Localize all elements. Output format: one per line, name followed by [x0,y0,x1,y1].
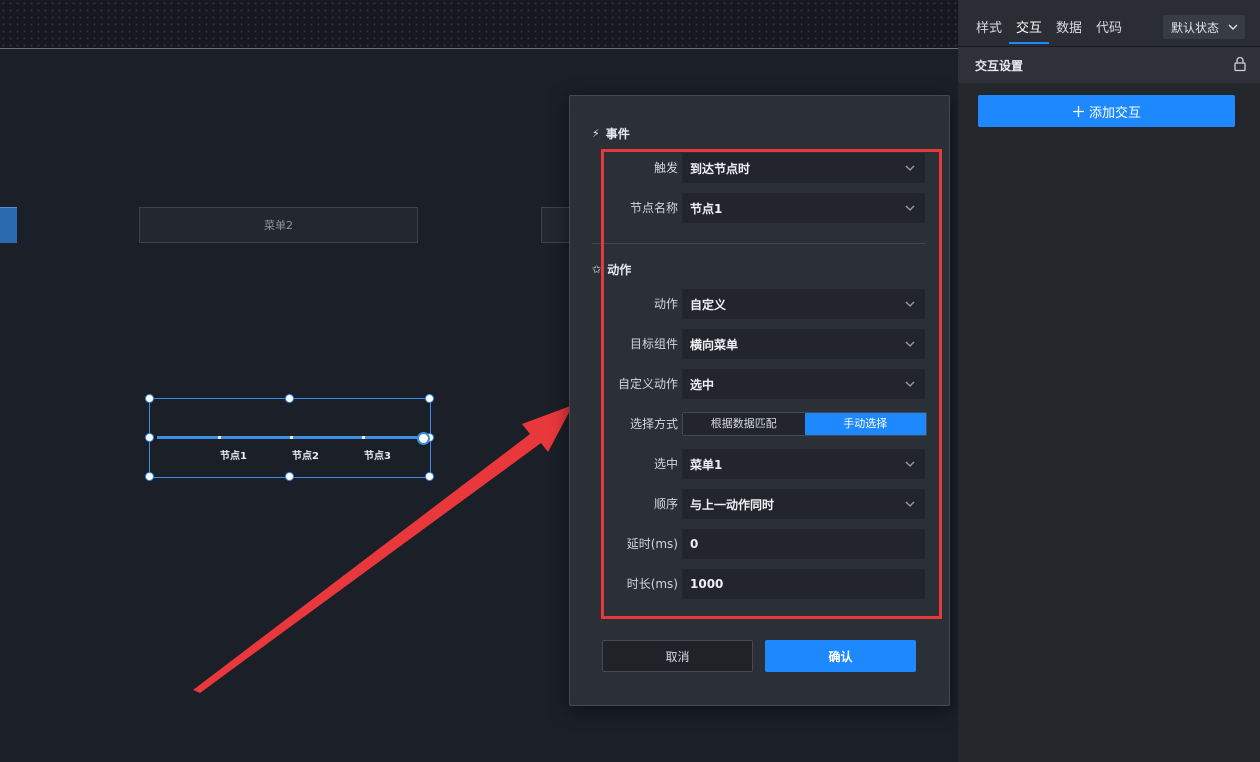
chevron-down-icon [905,381,915,387]
custom-action-select[interactable]: 选中 [682,369,925,399]
node-name-row: 节点名称 节点1 [590,193,926,223]
event-section-title: ⚡ 事件 [592,127,630,141]
plus-icon [1072,105,1084,117]
lightning-icon: ⚡ [592,127,600,140]
state-dropdown[interactable]: 默认状态 [1163,15,1245,39]
action-label: 动作 [653,297,678,311]
chevron-down-icon [905,501,915,507]
property-panel: 样式 交互 数据 代码 默认状态 交互设置 添加交互 [958,0,1260,762]
order-row: 顺序 与上一动作同时 [590,489,926,519]
tab-data[interactable]: 数据 [1056,17,1082,36]
interaction-settings-header: 交互设置 [958,46,1260,83]
select-mode-by-data[interactable]: 根据数据匹配 [683,413,805,435]
interaction-dialog: ⚡ 事件 触发 到达节点时 节点名称 节点1 ✩ 动作 动作 自定义 目标组件 … [569,95,950,706]
star-icon: ✩ [592,263,602,276]
custom-action-label: 自定义动作 [617,377,678,391]
order-select[interactable]: 与上一动作同时 [682,489,925,519]
delay-row: 延时(ms) 0 [590,529,926,559]
chevron-down-icon [905,341,915,347]
trigger-label: 触发 [653,161,678,175]
selected-label: 选中 [653,457,678,471]
target-select[interactable]: 横向菜单 [682,329,925,359]
node-name-label: 节点名称 [629,201,678,215]
action-select[interactable]: 自定义 [682,289,925,319]
trigger-row: 触发 到达节点时 [590,153,926,183]
duration-row: 时长(ms) 1000 [590,569,926,599]
chevron-down-icon [1228,24,1238,30]
active-tab-indicator [1009,42,1049,44]
node-name-select[interactable]: 节点1 [682,193,925,223]
select-mode-row: 选择方式 根据数据匹配 手动选择 [590,409,927,439]
tab-code[interactable]: 代码 [1096,17,1122,36]
target-row: 目标组件 横向菜单 [590,329,926,359]
duration-label: 时长(ms) [626,577,678,591]
action-row: 动作 自定义 [590,289,926,319]
cancel-button[interactable]: 取消 [602,640,753,672]
select-mode-label: 选择方式 [629,417,678,431]
annotation-arrow [193,405,573,693]
order-label: 顺序 [653,497,678,511]
chevron-down-icon [905,301,915,307]
delay-label: 延时(ms) [626,537,678,551]
chevron-down-icon [905,461,915,467]
trigger-select[interactable]: 到达节点时 [682,153,925,183]
panel-tabs: 样式 交互 数据 代码 默认状态 [958,0,1260,46]
add-interaction-button[interactable]: 添加交互 [978,95,1235,127]
lock-icon[interactable] [1233,56,1247,72]
section-title: 交互设置 [975,59,1024,73]
selected-select[interactable]: 菜单1 [682,449,925,479]
delay-input[interactable]: 0 [682,529,925,559]
custom-action-row: 自定义动作 选中 [590,369,926,399]
select-mode-manual[interactable]: 手动选择 [804,413,926,435]
duration-input[interactable]: 1000 [682,569,925,599]
chevron-down-icon [905,165,915,171]
section-divider [592,243,926,244]
confirm-button[interactable]: 确认 [765,640,916,672]
tab-style[interactable]: 样式 [976,17,1002,36]
select-mode-toggle: 根据数据匹配 手动选择 [682,412,927,436]
action-section-title: ✩ 动作 [592,263,632,277]
selected-row: 选中 菜单1 [590,449,926,479]
target-label: 目标组件 [629,337,678,351]
tab-interaction[interactable]: 交互 [1016,17,1042,36]
chevron-down-icon [905,205,915,211]
